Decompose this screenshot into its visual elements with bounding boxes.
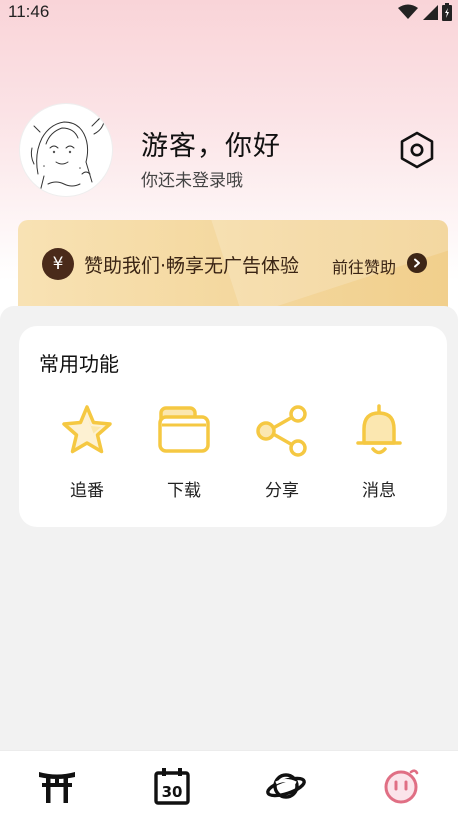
feature-messages[interactable]: 消息 [339,402,419,502]
feature-share[interactable]: 分享 [242,402,322,502]
bottom-nav: 30 [0,750,458,820]
planet-icon [266,772,307,799]
feature-label: 分享 [265,481,299,501]
nav-schedule[interactable]: 30 [115,751,230,820]
wifi-icon [398,4,418,19]
feature-label: 下载 [167,481,201,501]
star-icon [58,402,116,460]
login-hint[interactable]: 你还未登录哦 [141,166,243,191]
status-bar: 11:46 [0,0,458,24]
feature-label: 消息 [362,481,396,501]
status-time: 11:46 [8,2,50,21]
nav-profile[interactable] [344,751,458,820]
folder-icon [155,402,213,460]
share-icon [253,402,311,460]
feature-follow[interactable]: 追番 [47,402,127,502]
feature-label: 追番 [70,481,104,501]
sponsor-text: 赞助我们·畅享无广告体验 [84,255,300,277]
sketch-avatar-image [30,111,107,193]
common-features-card: 常用功能 追番 下载 分享 消息 [19,326,447,527]
battery-icon [442,3,452,21]
nav-home[interactable] [0,751,115,820]
settings-hex-icon [400,131,434,169]
calendar-icon: 30 [154,767,190,805]
sponsor-link[interactable]: 前往赞助 [332,254,396,278]
signal-icon [423,5,438,20]
status-icons [398,3,452,21]
yuan-coin-icon: ¥ [42,248,74,280]
calendar-number: 30 [161,783,182,801]
smiley-face-icon [384,768,419,803]
chevron-right-icon[interactable] [407,253,427,273]
settings-button[interactable] [398,130,436,170]
feature-download[interactable]: 下载 [144,402,224,502]
greeting-text: 游客，你好 [141,131,281,162]
nav-discover[interactable] [229,751,344,820]
sponsor-banner[interactable]: ¥ 赞助我们·畅享无广告体验 前往赞助 [18,220,448,310]
bell-icon [350,402,408,460]
avatar[interactable] [20,104,112,196]
torii-gate-icon [39,771,76,803]
features-title: 常用功能 [39,352,119,376]
